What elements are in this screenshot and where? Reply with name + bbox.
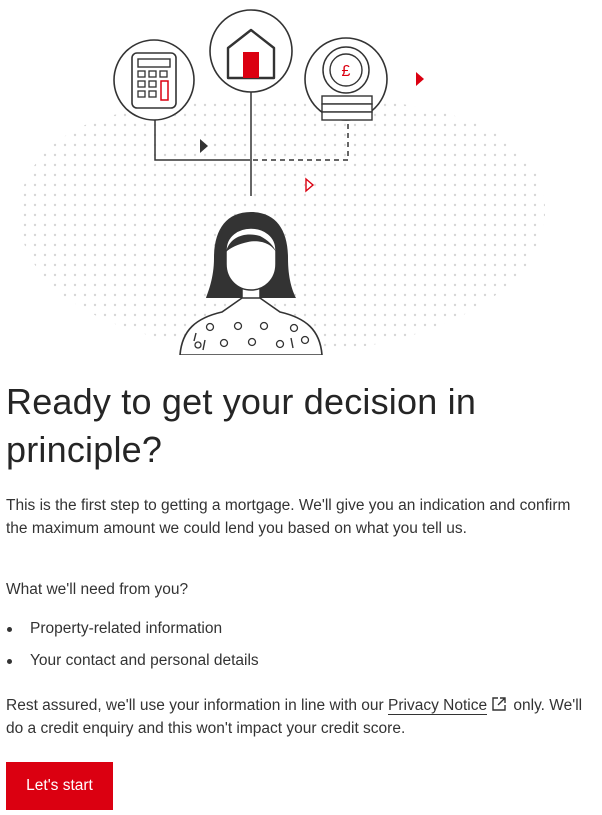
calculator-icon: [113, 39, 195, 121]
privacy-statement: Rest assured, we'll use your information…: [6, 694, 602, 740]
bullet-icon: [7, 627, 12, 632]
requirements-title: What we'll need from you?: [6, 581, 189, 598]
list-item: Property-related information: [6, 618, 259, 650]
privacy-notice-link[interactable]: Privacy Notice: [388, 697, 488, 715]
list-item: Your contact and personal details: [6, 650, 259, 682]
arrow-accent-icon: [416, 72, 424, 86]
privacy-statement-before: Rest assured, we'll use your information…: [6, 697, 389, 714]
bullet-icon: [7, 659, 12, 664]
requirements-list: Property-related information Your contac…: [6, 618, 259, 682]
page-title: Ready to get your decision in principle?: [6, 381, 477, 470]
intro-text: This is the first step to getting a mort…: [6, 497, 571, 537]
lets-start-button[interactable]: Let's start: [6, 762, 113, 810]
house-icon: [209, 9, 293, 93]
list-item-label: Property-related information: [30, 620, 223, 637]
pound-coin-icon: £: [304, 37, 388, 121]
hero-illustration: £: [0, 0, 602, 356]
dotted-background: [18, 97, 546, 353]
pound-symbol: £: [342, 63, 351, 80]
external-link-icon[interactable]: [491, 696, 507, 712]
list-item-label: Your contact and personal details: [30, 652, 259, 669]
